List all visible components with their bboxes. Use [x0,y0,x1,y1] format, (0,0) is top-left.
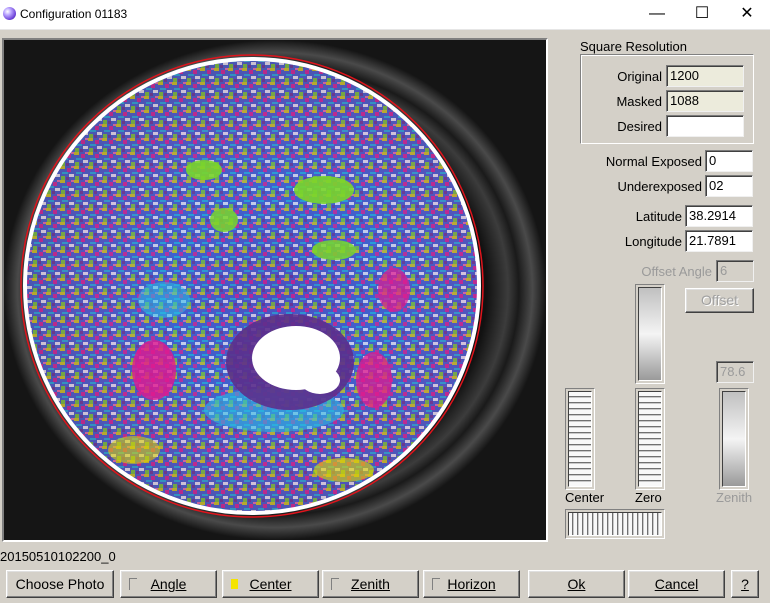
square-resolution-heading: Square Resolution [580,39,687,54]
underexposed-label: Underexposed [617,179,702,194]
zenith-slider [719,388,749,490]
zenith-value-field: 78.6 [716,361,754,383]
offset-slider[interactable] [635,284,665,384]
desired-field[interactable] [666,115,744,137]
app-icon [3,7,16,20]
masked-field: 1088 [666,90,744,112]
center-indicator [231,579,238,589]
latitude-field[interactable]: 38.2914 [685,205,753,227]
zenith-toggle-button[interactable]: Zenith [322,570,419,598]
horizontal-slider[interactable] [565,509,665,539]
window-title: Configuration 01183 [20,7,128,21]
center-label: Center [249,576,292,592]
angle-toggle-button[interactable]: Angle [120,570,217,598]
maximize-button[interactable]: ☐ [679,0,725,30]
horizon-label: Horizon [447,576,496,592]
horizon-toggle-button[interactable]: Horizon [423,570,520,598]
cancel-label: Cancel [654,576,699,592]
title-bar: Configuration 01183 — ☐ ✕ [0,0,770,30]
desired-label: Desired [617,119,662,134]
help-button[interactable]: ? [731,570,759,598]
cancel-button[interactable]: Cancel [628,570,725,598]
longitude-field[interactable]: 21.7891 [685,230,753,252]
center-slider-label: Center [565,490,605,505]
normal-exposed-field[interactable]: 0 [705,150,753,172]
center-toggle-button[interactable]: Center [222,570,319,598]
ok-label: Ok [567,576,586,592]
angle-indicator [129,578,137,590]
offset-angle-label: Offset Angle [641,264,712,279]
latitude-label: Latitude [635,209,682,224]
minimize-button[interactable]: — [634,0,680,30]
ok-button[interactable]: Ok [528,570,625,598]
choose-photo-label: Choose Photo [15,576,105,592]
photo-filename: 20150510102200_0 [0,549,116,564]
zenith-slider-label: Zenith [716,490,753,505]
offset-angle-field: 6 [716,260,754,282]
zero-slider[interactable] [635,388,665,490]
close-button[interactable]: ✕ [724,0,770,30]
zero-slider-label: Zero [635,490,662,505]
underexposed-field[interactable]: 02 [705,175,753,197]
angle-label: Angle [150,576,187,592]
zenith-indicator [331,578,339,590]
zenith-slider-track [722,391,746,487]
offset-slider-track [638,287,662,381]
zero-slider-track [638,391,662,487]
center-slider[interactable] [565,388,595,490]
center-slider-track [568,391,592,487]
longitude-label: Longitude [624,234,682,249]
masked-label: Masked [616,94,662,109]
choose-photo-button[interactable]: Choose Photo [6,570,114,598]
fisheye-photo-panel[interactable] [2,38,548,542]
original-label: Original [617,69,662,84]
normal-exposed-label: Normal Exposed [605,154,702,169]
fisheye-photo [4,40,546,540]
horizon-indicator [432,578,440,590]
original-field: 1200 [666,65,744,87]
offset-button: Offset [685,288,754,313]
zenith-label: Zenith [351,576,390,592]
horizontal-slider-track [568,512,662,536]
help-label: ? [741,576,749,592]
